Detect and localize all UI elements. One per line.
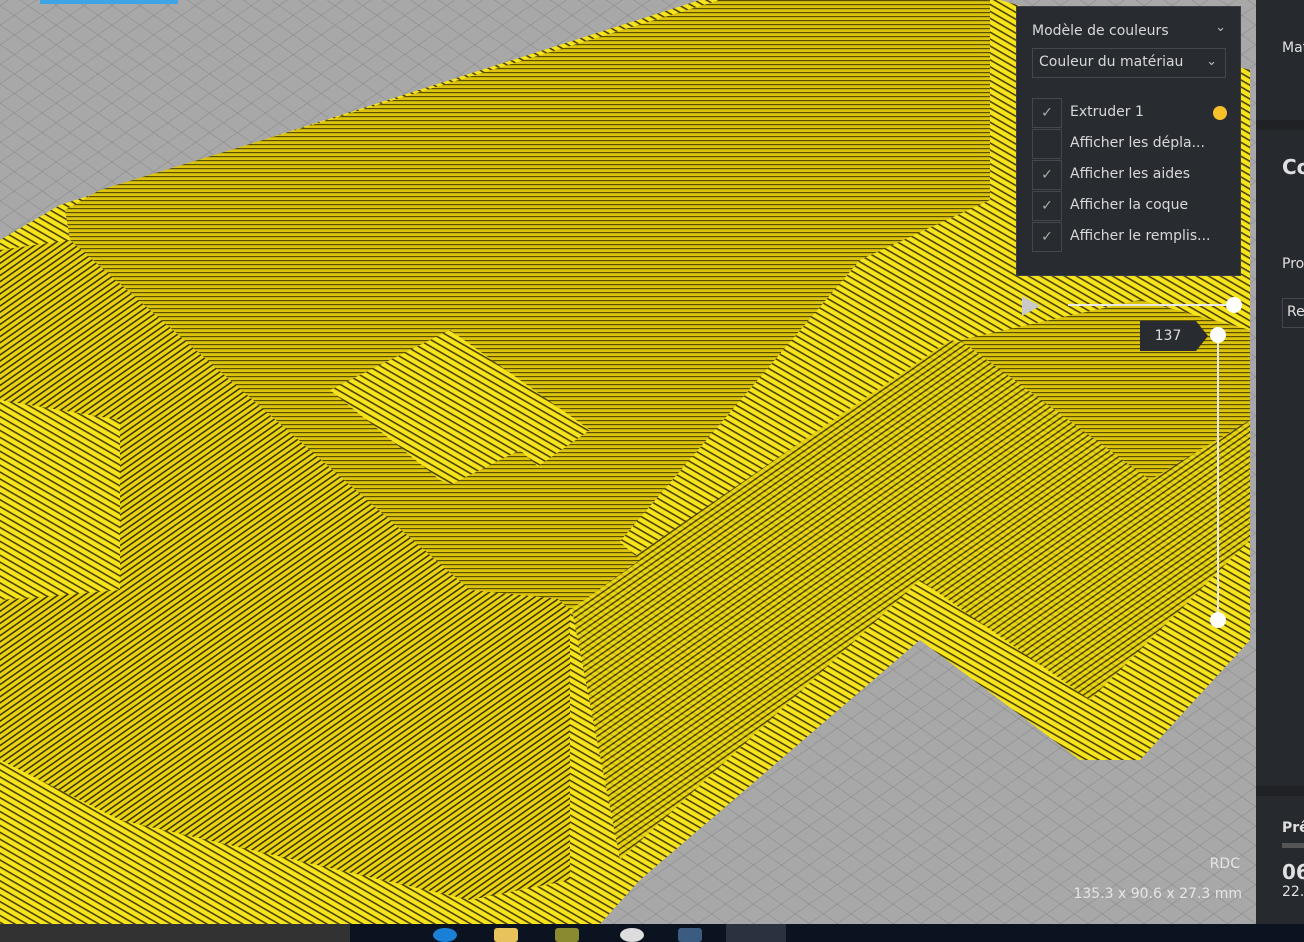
layer-slider-top-handle[interactable]: [1210, 327, 1226, 343]
status-label: Prê: [1282, 820, 1304, 836]
chevron-down-icon: ⌄: [1206, 54, 1217, 69]
file-explorer-icon[interactable]: [494, 928, 518, 942]
profile-dropdown[interactable]: Re: [1282, 298, 1304, 328]
edge-icon[interactable]: [433, 928, 457, 942]
object-name: RDC: [1209, 856, 1240, 872]
active-tab-indicator: [40, 0, 178, 4]
checkbox-checked[interactable]: ✓: [1032, 160, 1062, 190]
legend-label: Afficher les dépla...: [1070, 135, 1205, 151]
play-simulation-icon[interactable]: [1022, 296, 1040, 316]
legend-item-travels[interactable]: Afficher les dépla...: [1032, 129, 1227, 159]
print-time: 06: [1282, 860, 1304, 884]
color-scheme-dropdown[interactable]: Couleur du matériau ⌄: [1032, 48, 1226, 78]
legend-label: Extruder 1: [1070, 104, 1144, 120]
legend-item-extruder[interactable]: ✓ Extruder 1: [1032, 98, 1227, 128]
checkbox-checked[interactable]: ✓: [1032, 98, 1062, 128]
app-icon[interactable]: [678, 928, 702, 942]
checkbox-checked[interactable]: ✓: [1032, 191, 1062, 221]
path-slider[interactable]: [1068, 304, 1234, 306]
extruder-color-swatch: [1213, 106, 1227, 120]
progress-bar: [1282, 843, 1304, 848]
divider: [1256, 120, 1304, 130]
legend-label: Afficher la coque: [1070, 197, 1189, 213]
profile-label: Pro: [1282, 256, 1304, 272]
taskbar-search-area[interactable]: [0, 924, 350, 942]
color-scheme-header: Modèle de couleurs: [1032, 23, 1169, 39]
cura-taskbar-button[interactable]: [726, 924, 786, 942]
legend-label: Afficher le remplis...: [1070, 228, 1211, 244]
checkbox-checked[interactable]: ✓: [1032, 222, 1062, 252]
object-dimensions: 135.3 x 90.6 x 27.3 mm: [1073, 886, 1242, 902]
legend-label: Afficher les aides: [1070, 166, 1191, 182]
current-layer-label[interactable]: 137: [1140, 321, 1208, 351]
material-label: Mat: [1282, 40, 1304, 56]
view-legend-panel: Modèle de couleurs ⌄ Couleur du matériau…: [1016, 6, 1241, 276]
settings-title: Co: [1282, 155, 1304, 179]
legend-item-shell[interactable]: ✓ Afficher la coque: [1032, 191, 1227, 221]
layer-slider[interactable]: [1217, 336, 1219, 621]
windows-taskbar: [0, 924, 1304, 942]
print-settings-panel: Mat Co Pro Re Prê 06 22.: [1256, 0, 1304, 924]
layer-slider-bottom-handle[interactable]: [1210, 612, 1226, 628]
color-scheme-value: Couleur du matériau: [1039, 54, 1184, 70]
checkbox-unchecked[interactable]: [1032, 129, 1062, 159]
app-icon[interactable]: [620, 928, 644, 942]
divider: [1256, 786, 1304, 796]
legend-item-helpers[interactable]: ✓ Afficher les aides: [1032, 160, 1227, 190]
path-slider-handle[interactable]: [1226, 297, 1242, 313]
print-cost: 22.: [1282, 884, 1304, 900]
collapse-chevron-icon[interactable]: ⌄: [1215, 20, 1226, 35]
legend-item-infill[interactable]: ✓ Afficher le remplis...: [1032, 222, 1227, 252]
app-icon[interactable]: [555, 928, 579, 942]
